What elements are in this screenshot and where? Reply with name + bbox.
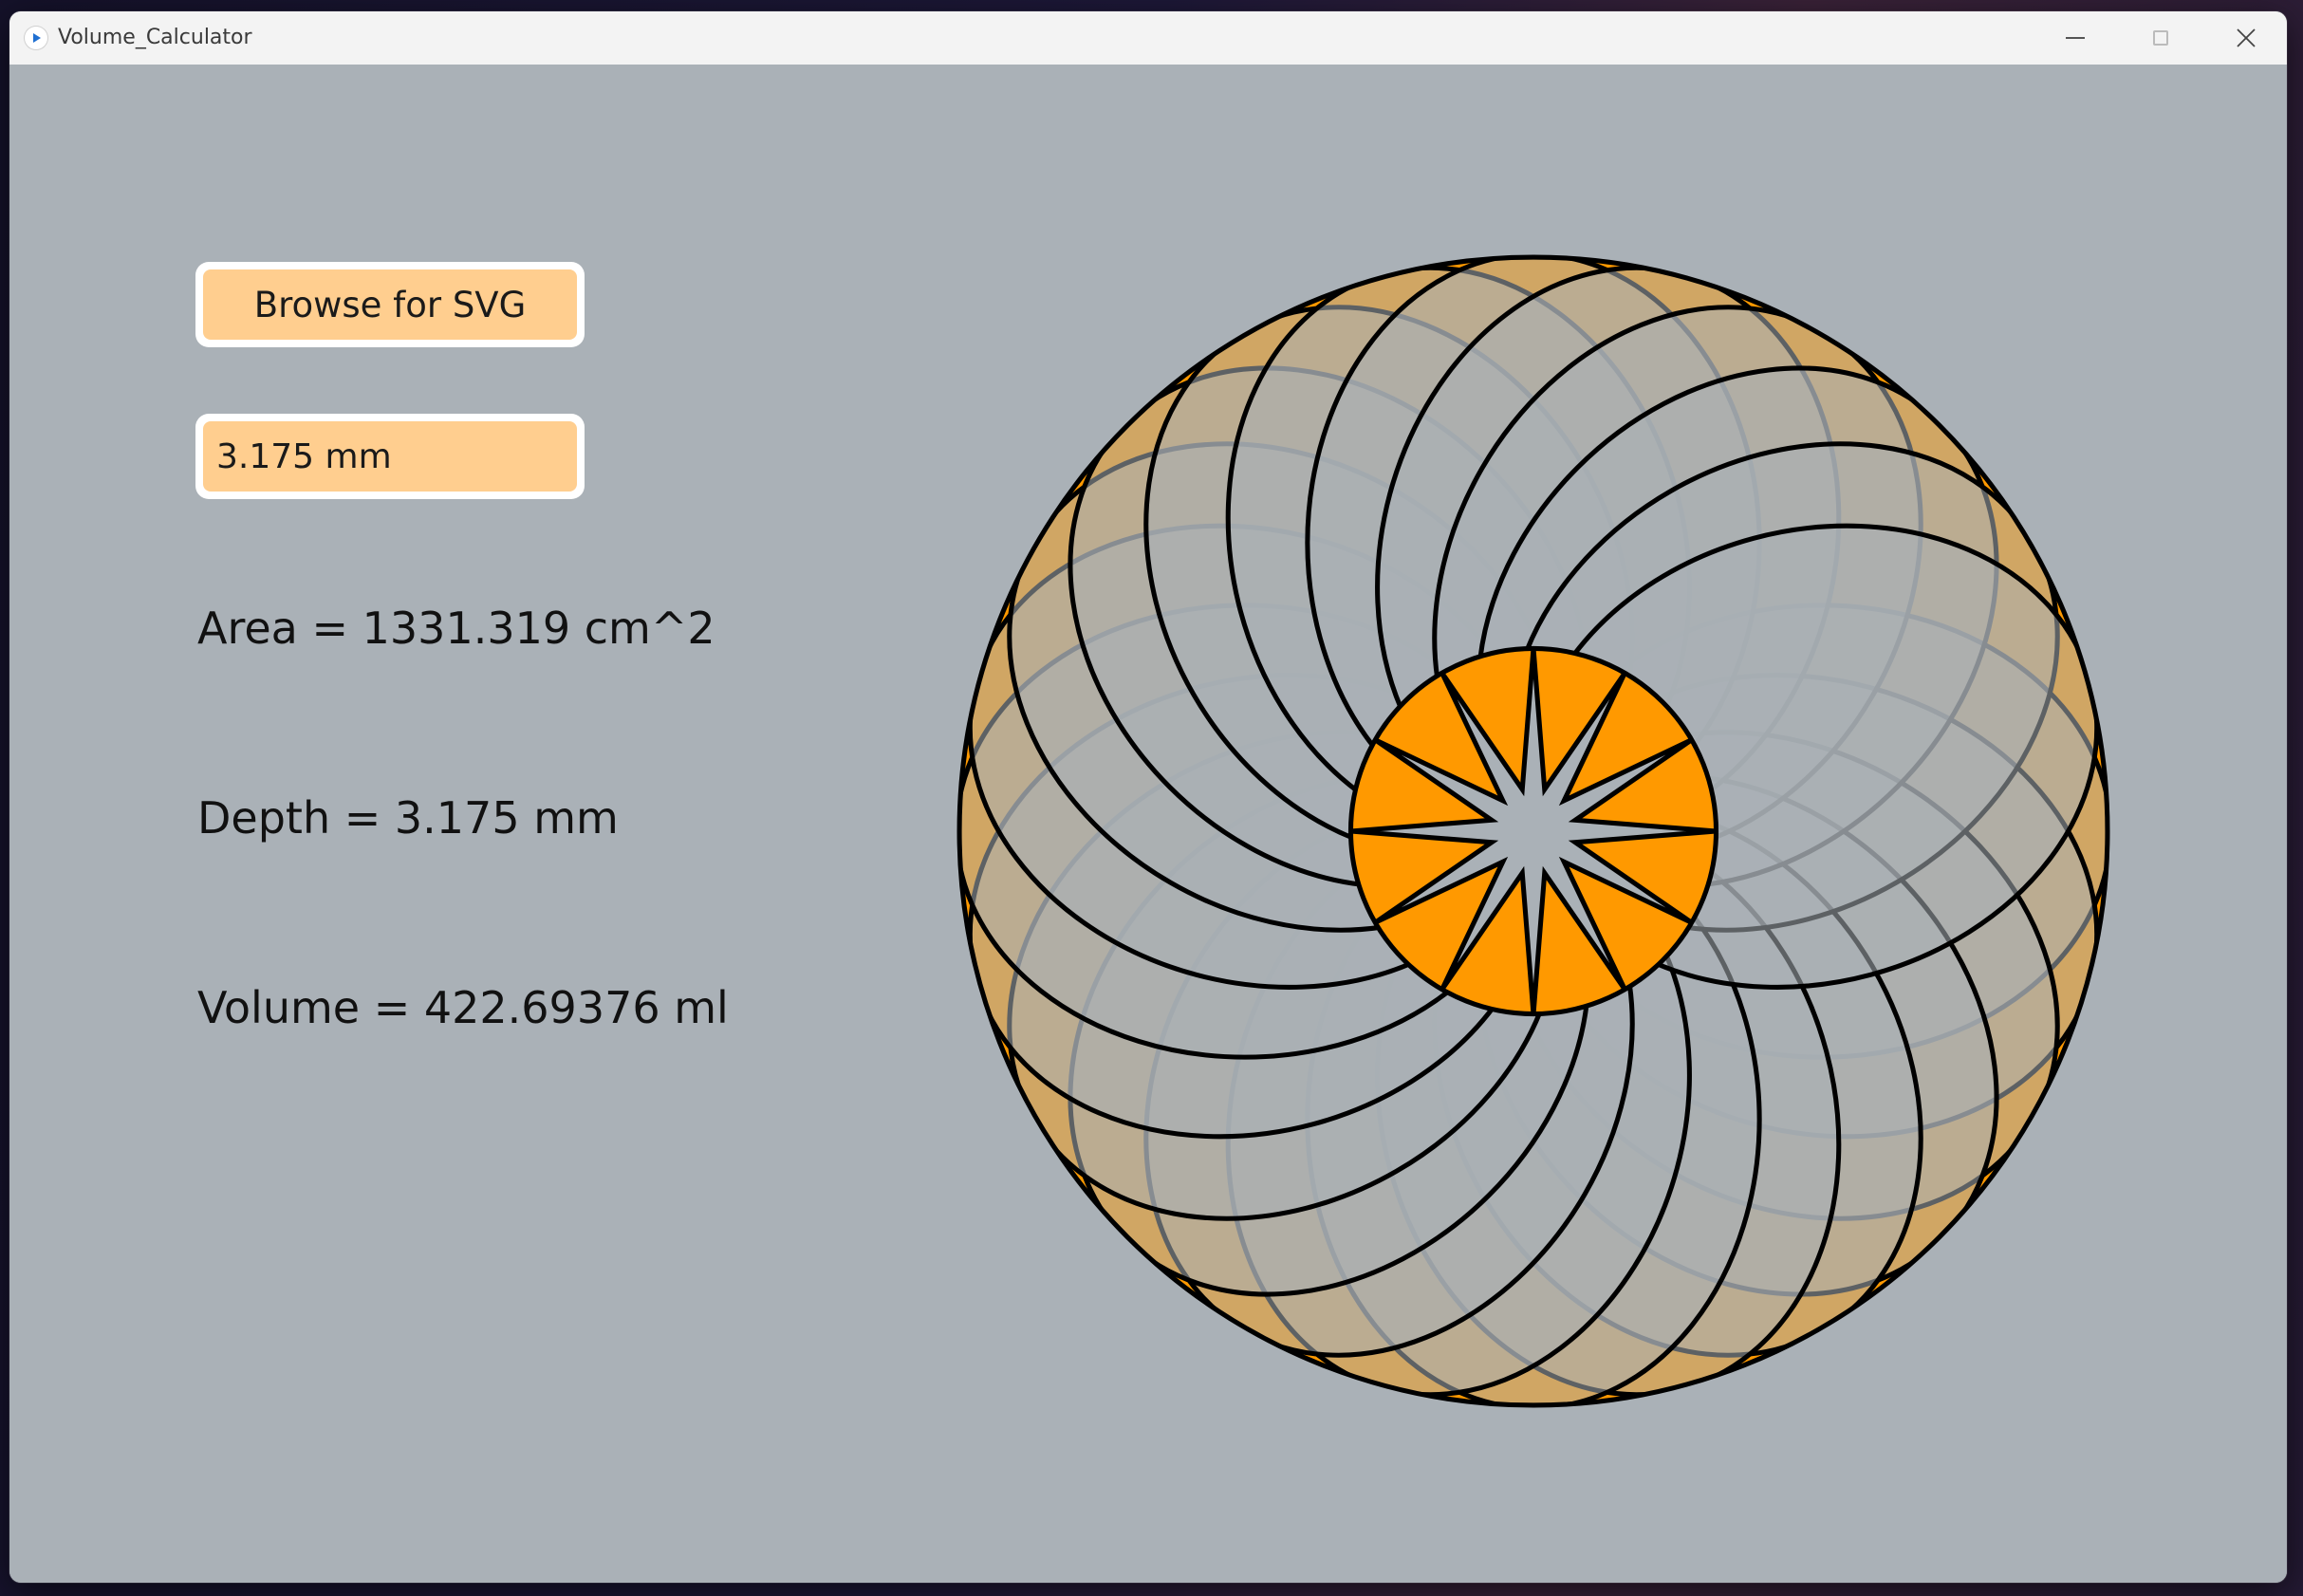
depth-field-frame: [195, 414, 585, 499]
browse-svg-button-label: Browse for SVG: [203, 269, 577, 340]
minimize-button[interactable]: [2033, 11, 2118, 65]
depth-readout: Depth = 3.175 mm: [197, 792, 619, 844]
maximize-icon: [2153, 30, 2168, 46]
depth-input[interactable]: [203, 421, 577, 492]
title-bar[interactable]: Volume_Calculator: [9, 11, 2287, 65]
browse-svg-button[interactable]: Browse for SVG: [195, 262, 585, 347]
maximize-button[interactable]: [2118, 11, 2203, 65]
close-icon: [2237, 28, 2256, 47]
area-readout: Area = 1331.319 cm^2: [197, 603, 715, 654]
app-icon: [25, 27, 47, 49]
volume-readout: Volume = 422.69376 ml: [197, 982, 729, 1033]
close-button[interactable]: [2203, 11, 2287, 65]
app-window: Volume_Calculator Browse for SVG Area = …: [9, 11, 2287, 1583]
client-area: Browse for SVG Area = 1331.319 cm^2 Dept…: [9, 65, 2287, 1583]
window-title: Volume_Calculator: [58, 26, 252, 49]
minimize-icon: [2066, 37, 2085, 39]
svg-preview: [956, 254, 2110, 1408]
